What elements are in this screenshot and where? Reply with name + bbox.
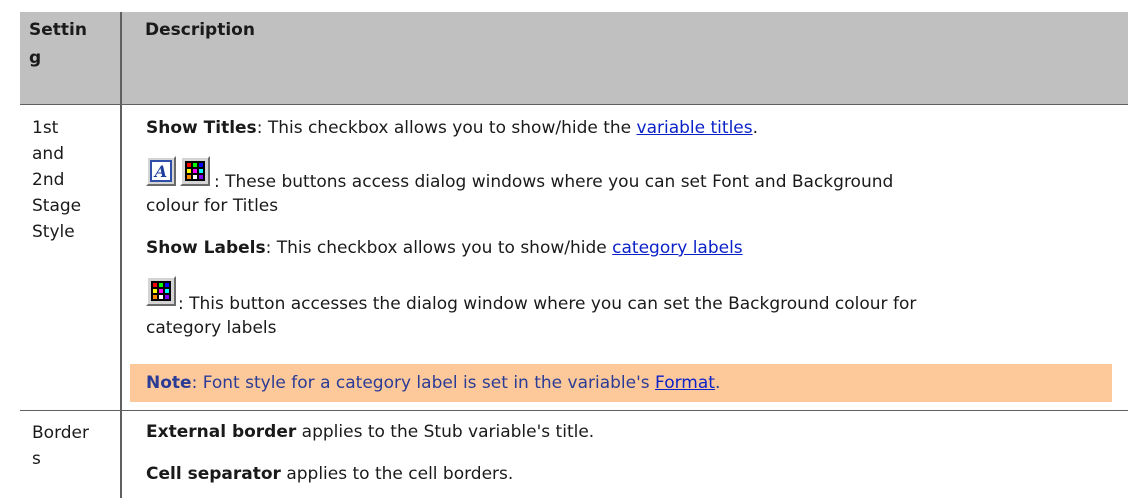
buttons-description-cont: colour for Titles bbox=[146, 196, 279, 216]
show-titles-term: Show Titles bbox=[146, 118, 257, 138]
font-button[interactable]: A bbox=[146, 156, 176, 186]
cell-separator-paragraph: Cell separator applies to the cell borde… bbox=[146, 460, 513, 488]
row2-setting-line: s bbox=[32, 449, 41, 469]
background-color-button[interactable] bbox=[146, 276, 176, 306]
category-labels-link[interactable]: category labels bbox=[612, 238, 743, 258]
header-setting-line2: g bbox=[29, 48, 42, 68]
button-description-cont: category labels bbox=[146, 318, 277, 338]
font-icon: A bbox=[150, 160, 172, 182]
row1-setting-line: Style bbox=[32, 222, 75, 242]
cell-separator-text: applies to the cell borders. bbox=[280, 464, 514, 484]
show-labels-paragraph: Show Labels: This checkbox allows you to… bbox=[146, 234, 743, 262]
show-titles-text: : This checkbox allows you to show/hide … bbox=[256, 118, 637, 138]
show-labels-term: Show Labels bbox=[146, 238, 266, 258]
external-border-term: External border bbox=[146, 422, 297, 442]
color-palette-icon bbox=[151, 281, 171, 301]
header-setting: Settin g bbox=[29, 16, 87, 72]
column-divider bbox=[120, 12, 122, 498]
button-description: : This button accesses the dialog window… bbox=[178, 294, 917, 314]
show-labels-text: : This checkbox allows you to show/hide bbox=[265, 238, 613, 258]
row2-setting-line: Border bbox=[32, 423, 89, 443]
row-divider bbox=[20, 410, 1128, 411]
external-border-text: applies to the Stub variable's title. bbox=[296, 422, 595, 442]
svg-text:A: A bbox=[153, 162, 167, 181]
cell-separator-term: Cell separator bbox=[146, 464, 281, 484]
row1-description: Show Titles: This checkbox allows you to… bbox=[146, 12, 1126, 410]
format-link[interactable]: Format bbox=[655, 373, 715, 393]
settings-table: Settin g Description 1st and 2nd Stage S… bbox=[20, 12, 1128, 498]
note-end: . bbox=[714, 373, 721, 393]
color-palette-icon bbox=[185, 161, 205, 181]
row1-setting-line: Stage bbox=[32, 196, 82, 216]
row1-setting-line: 2nd bbox=[32, 170, 65, 190]
show-titles-end: . bbox=[752, 118, 759, 138]
note-label: Note bbox=[146, 373, 192, 393]
row1-setting-line: and bbox=[32, 144, 64, 164]
row1-setting: 1st and 2nd Stage Style bbox=[32, 115, 81, 245]
show-titles-paragraph: Show Titles: This checkbox allows you to… bbox=[146, 114, 758, 142]
variable-titles-link[interactable]: variable titles bbox=[637, 118, 753, 138]
header-setting-line1: Settin bbox=[29, 20, 87, 40]
buttons-description: : These buttons access dialog windows wh… bbox=[214, 172, 894, 192]
note-body: : Font style for a category label is set… bbox=[191, 373, 656, 393]
note-text: Note: Font style for a category label is… bbox=[146, 369, 720, 397]
color-button[interactable] bbox=[180, 156, 210, 186]
row2-setting: Border s bbox=[32, 420, 89, 472]
external-border-paragraph: External border applies to the Stub vari… bbox=[146, 418, 594, 446]
row1-setting-line: 1st bbox=[32, 118, 59, 138]
